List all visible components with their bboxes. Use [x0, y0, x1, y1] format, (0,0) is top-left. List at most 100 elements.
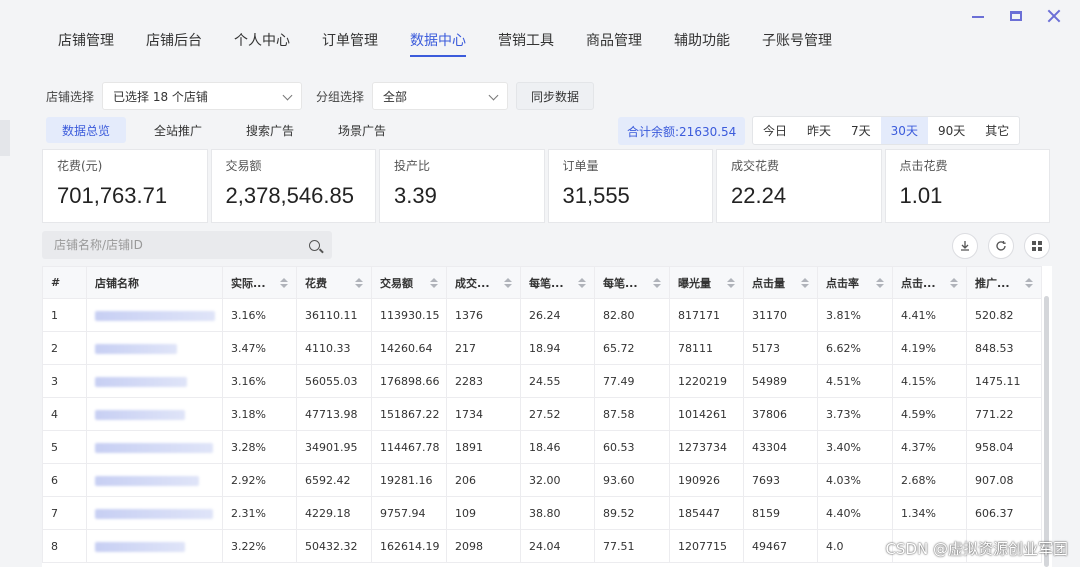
shop-select[interactable]: 已选择 18 个店铺 — [102, 82, 303, 110]
column-header: 店铺名称 — [86, 266, 223, 299]
table-row[interactable]: 2 3.47% 4110.33 14260.64 217 18.94 65.72 78111 5… — [42, 331, 1042, 365]
tab-data-overview[interactable]: 数据总览 — [46, 117, 127, 143]
sort-icon[interactable] — [876, 278, 884, 288]
stat-label: 成交花费 — [731, 159, 780, 173]
table-row[interactable]: 1 3.16% 36110.11 113930.15 1376 26.24 82.80 817… — [42, 298, 1042, 332]
table-cell: 114467.78 — [371, 430, 447, 464]
table-row[interactable]: 3 3.16% 56055.03 176898.66 2283 24.55 77.49 122… — [42, 364, 1042, 398]
sync-data-button[interactable]: 同步数据 — [516, 82, 595, 110]
table-cell: 4.51% — [817, 364, 893, 398]
sort-icon[interactable] — [653, 278, 661, 288]
column-header-sortable[interactable]: 每笔... — [594, 266, 670, 299]
vertical-scrollbar[interactable] — [1044, 296, 1049, 567]
stat-card-roi: 投产比 3.39 — [379, 149, 545, 223]
table-row[interactable]: 7 2.31% 4229.18 9757.94 109 38.80 89.52 185447 8… — [42, 496, 1042, 530]
chevron-down-icon — [488, 90, 499, 101]
table-cell: 958.04 — [966, 430, 1042, 464]
column-header-label: 推广... — [975, 276, 1010, 290]
table-cell: 3.16% — [222, 364, 297, 398]
sort-icon[interactable] — [280, 278, 288, 288]
nav-item-product-management[interactable]: 商品管理 — [586, 30, 642, 55]
table-row[interactable]: 4 3.18% 47713.98 151867.22 1734 27.52 87.58 101… — [42, 397, 1042, 431]
nav-item-auxiliary[interactable]: 辅助功能 — [674, 30, 730, 55]
nav-item-order-management[interactable]: 订单管理 — [322, 30, 378, 55]
tab-scene-ads[interactable]: 场景广告 — [322, 117, 402, 143]
range-today[interactable]: 今日 — [753, 117, 797, 144]
table-cell: 3.81% — [817, 298, 893, 332]
column-header-sortable[interactable]: 点击量 — [743, 266, 818, 299]
range-90-days[interactable]: 90天 — [928, 117, 975, 144]
table-row[interactable]: 5 3.28% 34901.95 114467.78 1891 18.46 60.53 127… — [42, 430, 1042, 464]
redacted-shop-name — [95, 343, 177, 354]
column-header-sortable[interactable]: 成交... — [446, 266, 521, 299]
table-cell: 4229.18 — [296, 496, 372, 530]
maximize-icon[interactable] — [1008, 8, 1024, 24]
minimize-icon[interactable] — [970, 8, 986, 24]
table-cell: 217 — [446, 331, 521, 365]
table-cell: 65.72 — [594, 331, 670, 365]
range-30-days[interactable]: 30天 — [880, 117, 928, 144]
column-header-sortable[interactable]: 每笔... — [520, 266, 595, 299]
sub-tabs: 数据总览 全站推广 搜索广告 场景广告 — [46, 117, 414, 143]
table-cell: 520.82 — [966, 298, 1042, 332]
redacted-shop-name — [95, 541, 185, 552]
sort-icon[interactable] — [355, 278, 363, 288]
table-cell: 31170 — [743, 298, 818, 332]
table-cell: 27.52 — [520, 397, 595, 431]
table-cell: 1273734 — [669, 430, 744, 464]
column-header-sortable[interactable]: 点击... — [892, 266, 967, 299]
table-cell: 37806 — [743, 397, 818, 431]
close-icon[interactable] — [1046, 8, 1062, 24]
table-cell: 26.24 — [520, 298, 595, 332]
table-cell: 4.19% — [892, 331, 967, 365]
download-icon[interactable] — [952, 233, 978, 259]
stat-value: 1.01 — [899, 183, 943, 208]
shop-name-cell-redacted — [86, 529, 223, 563]
nav-item-data-center[interactable]: 数据中心 — [410, 30, 466, 57]
table-cell: 1207715 — [669, 529, 744, 563]
column-header-sortable[interactable]: 点击率 — [817, 266, 893, 299]
sort-icon[interactable] — [1025, 278, 1033, 288]
table-cell: 4110.33 — [296, 331, 372, 365]
group-select[interactable]: 全部 — [372, 82, 509, 110]
shop-search — [42, 231, 332, 259]
refresh-icon[interactable] — [988, 233, 1014, 259]
nav-item-marketing-tools[interactable]: 营销工具 — [498, 30, 554, 55]
range-yesterday[interactable]: 昨天 — [797, 117, 841, 144]
table-cell: 6.62% — [817, 331, 893, 365]
range-other[interactable]: 其它 — [975, 117, 1019, 144]
sort-icon[interactable] — [504, 278, 512, 288]
column-header-label: 点击量 — [752, 276, 785, 290]
nav-item-sub-accounts[interactable]: 子账号管理 — [762, 30, 832, 55]
column-header-sortable[interactable]: 曝光量 — [669, 266, 744, 299]
table-cell: 19281.16 — [371, 463, 447, 497]
nav-item-personal-center[interactable]: 个人中心 — [234, 30, 290, 55]
table-cell: 606.37 — [966, 496, 1042, 530]
sort-icon[interactable] — [430, 278, 438, 288]
range-7-days[interactable]: 7天 — [841, 117, 881, 144]
stat-label: 投产比 — [394, 159, 431, 173]
column-header-sortable[interactable]: 交易额 — [371, 266, 447, 299]
sort-icon[interactable] — [801, 278, 809, 288]
table-row[interactable]: 6 2.92% 6592.42 19281.16 206 32.00 93.60 190926… — [42, 463, 1042, 497]
sort-icon[interactable] — [727, 278, 735, 288]
stat-label: 点击花费 — [899, 159, 948, 173]
nav-item-shop-management[interactable]: 店铺管理 — [58, 30, 114, 55]
tab-search-ads[interactable]: 搜索广告 — [230, 117, 310, 143]
nav-item-shop-backend[interactable]: 店铺后台 — [146, 30, 202, 55]
column-header-sortable[interactable]: 实际... — [222, 266, 297, 299]
table-cell: 1220219 — [669, 364, 744, 398]
sort-icon[interactable] — [578, 278, 586, 288]
column-header: # — [42, 266, 87, 299]
tab-site-promotion[interactable]: 全站推广 — [138, 117, 218, 143]
sort-icon[interactable] — [950, 278, 958, 288]
table-cell: 206 — [446, 463, 521, 497]
search-input[interactable] — [54, 238, 309, 252]
column-header-sortable[interactable]: 花费 — [296, 266, 372, 299]
column-header-sortable[interactable]: 推广... — [966, 266, 1042, 299]
group-select-label: 分组选择 — [316, 89, 365, 104]
column-settings-icon[interactable] — [1024, 233, 1050, 259]
search-icon[interactable] — [309, 239, 320, 251]
table-cell: 18.46 — [520, 430, 595, 464]
stat-card-cost-per-click: 点击花费 1.01 — [884, 149, 1050, 223]
